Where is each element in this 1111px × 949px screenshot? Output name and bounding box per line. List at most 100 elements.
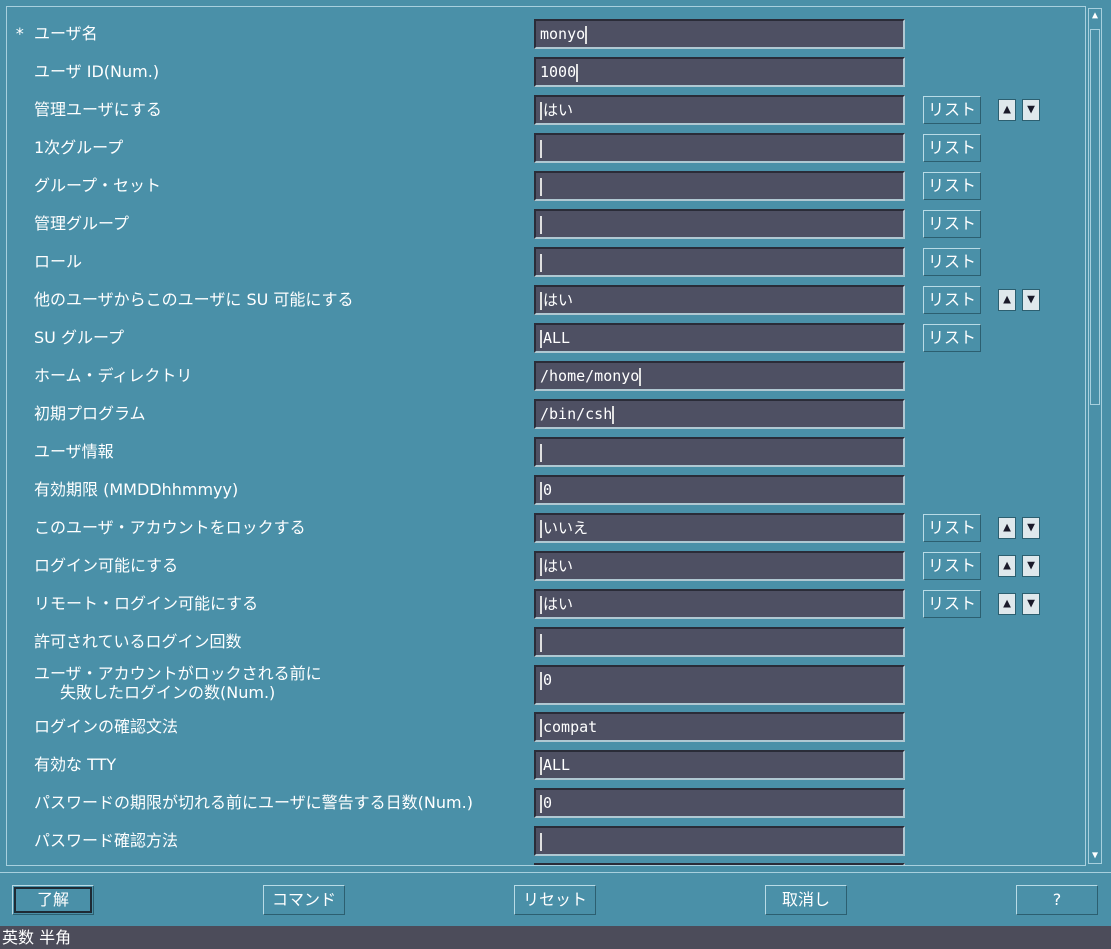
list-button-admin-groups[interactable]: リスト [923,210,981,238]
label-su-groups: SU グループ [34,328,124,347]
scrollbar-thumb[interactable] [1090,29,1100,405]
text-cursor [576,63,579,82]
label-password-check: パスワード確認方法 [34,831,179,850]
cancel-button[interactable]: 取消し [765,885,847,915]
label-admin-user: 管理ユーザにする [34,100,162,119]
scroll-down-icon[interactable]: ▼ [1089,849,1101,863]
label-primary-group: 1次グループ [34,138,124,157]
label-user-id: ユーザ ID(Num.) [34,62,160,81]
password-warn-input[interactable]: 0 [534,788,905,818]
label-failed-logins: ユーザ・アカウントがロックされる前に [34,664,322,683]
login-grammar-input[interactable]: compat [534,712,905,742]
list-button-roles[interactable]: リスト [923,248,981,276]
primary-group-input[interactable] [534,133,905,163]
label-allow-su: 他のユーザからこのユーザに SU 可能にする [34,290,354,309]
label-group-set: グループ・セット [34,176,162,195]
list-button-allow-su[interactable]: リスト [923,286,981,314]
label-login-times: 許可されているログイン回数 [34,632,242,651]
next-field-partial[interactable] [534,863,905,865]
user-name-input[interactable]: monyo [534,19,905,49]
text-cursor [540,291,542,310]
label-remote-login: リモート・ログイン可能にする [34,594,259,613]
spin-up-icon[interactable]: ▲ [998,593,1016,615]
required-marker: * [15,24,25,43]
spin-down-icon[interactable]: ▼ [1022,99,1040,121]
remote-login-input[interactable]: はい [534,589,905,619]
form-area: * ユーザ名 monyo ユーザ ID(Num.) 1000 管理ユーザにする … [6,6,1086,866]
text-cursor [585,25,588,44]
user-info-input[interactable] [534,437,905,467]
initial-program-input[interactable]: /bin/csh [534,399,905,429]
failed-logins-input[interactable]: 0 [534,665,905,705]
label-expiration: 有効期限 (MMDDhhmmyy) [34,480,239,499]
label-login-allowed: ログイン可能にする [34,556,179,575]
label-failed-logins-line2: 失敗したログインの数(Num.) [60,683,276,702]
su-groups-input[interactable]: ALL [534,323,905,353]
spin-up-icon[interactable]: ▲ [998,555,1016,577]
label-account-locked: このユーザ・アカウントをロックする [34,518,306,537]
input-mode-status: 英数 半角 [0,926,1111,949]
label-valid-tty: 有効な TTY [34,755,117,774]
valid-tty-input[interactable]: ALL [534,750,905,780]
text-cursor [540,139,542,158]
list-button-remote-login[interactable]: リスト [923,590,981,618]
list-button-login-allowed[interactable]: リスト [923,552,981,580]
text-cursor [540,519,542,538]
label-login-grammar: ログインの確認文法 [34,717,179,736]
text-cursor [540,177,542,196]
spin-up-icon[interactable]: ▲ [998,289,1016,311]
text-cursor [540,756,542,775]
text-cursor [540,215,542,234]
help-button[interactable]: ? [1016,885,1098,915]
spin-down-icon[interactable]: ▼ [1022,289,1040,311]
login-times-input[interactable] [534,627,905,657]
command-button[interactable]: コマンド [263,885,345,915]
home-directory-input[interactable]: /home/monyo [534,361,905,391]
roles-input[interactable] [534,247,905,277]
ok-button[interactable]: 了解 [12,885,94,915]
spin-down-icon[interactable]: ▼ [1022,517,1040,539]
account-locked-input[interactable]: いいえ [534,513,905,543]
list-button-admin-user[interactable]: リスト [923,96,981,124]
admin-groups-input[interactable] [534,209,905,239]
text-cursor [540,671,542,690]
text-cursor [540,633,542,652]
label-admin-groups: 管理グループ [34,214,130,233]
text-cursor [612,405,615,424]
scroll-up-icon[interactable]: ▲ [1089,9,1101,23]
text-cursor [540,794,542,813]
text-cursor [540,595,542,614]
label-user-name: ユーザ名 [34,24,98,43]
label-initial-program: 初期プログラム [34,404,146,423]
text-cursor [540,557,542,576]
login-allowed-input[interactable]: はい [534,551,905,581]
vertical-scrollbar[interactable]: ▲ ▼ [1088,8,1102,864]
spin-down-icon[interactable]: ▼ [1022,593,1040,615]
text-cursor [540,101,542,120]
text-cursor [540,481,542,500]
text-cursor [639,367,642,386]
button-bar: 了解 コマンド リセット 取消し ? [0,872,1111,927]
text-cursor [540,832,542,851]
password-check-input[interactable] [534,826,905,856]
smit-window: * ユーザ名 monyo ユーザ ID(Num.) 1000 管理ユーザにする … [0,0,1111,926]
expiration-input[interactable]: 0 [534,475,905,505]
user-id-input[interactable]: 1000 [534,57,905,87]
list-button-group-set[interactable]: リスト [923,172,981,200]
reset-button[interactable]: リセット [514,885,596,915]
spin-up-icon[interactable]: ▲ [998,99,1016,121]
admin-user-input[interactable]: はい [534,95,905,125]
label-home-directory: ホーム・ディレクトリ [34,366,193,385]
text-cursor [540,718,542,737]
list-button-account-locked[interactable]: リスト [923,514,981,542]
text-cursor [540,253,542,272]
allow-su-input[interactable]: はい [534,285,905,315]
spin-down-icon[interactable]: ▼ [1022,555,1040,577]
list-button-primary-group[interactable]: リスト [923,134,981,162]
label-password-warn: パスワードの期限が切れる前にユーザに警告する日数(Num.) [34,793,473,812]
label-roles: ロール [34,252,83,271]
list-button-su-groups[interactable]: リスト [923,324,981,352]
group-set-input[interactable] [534,171,905,201]
text-cursor [540,329,542,348]
spin-up-icon[interactable]: ▲ [998,517,1016,539]
